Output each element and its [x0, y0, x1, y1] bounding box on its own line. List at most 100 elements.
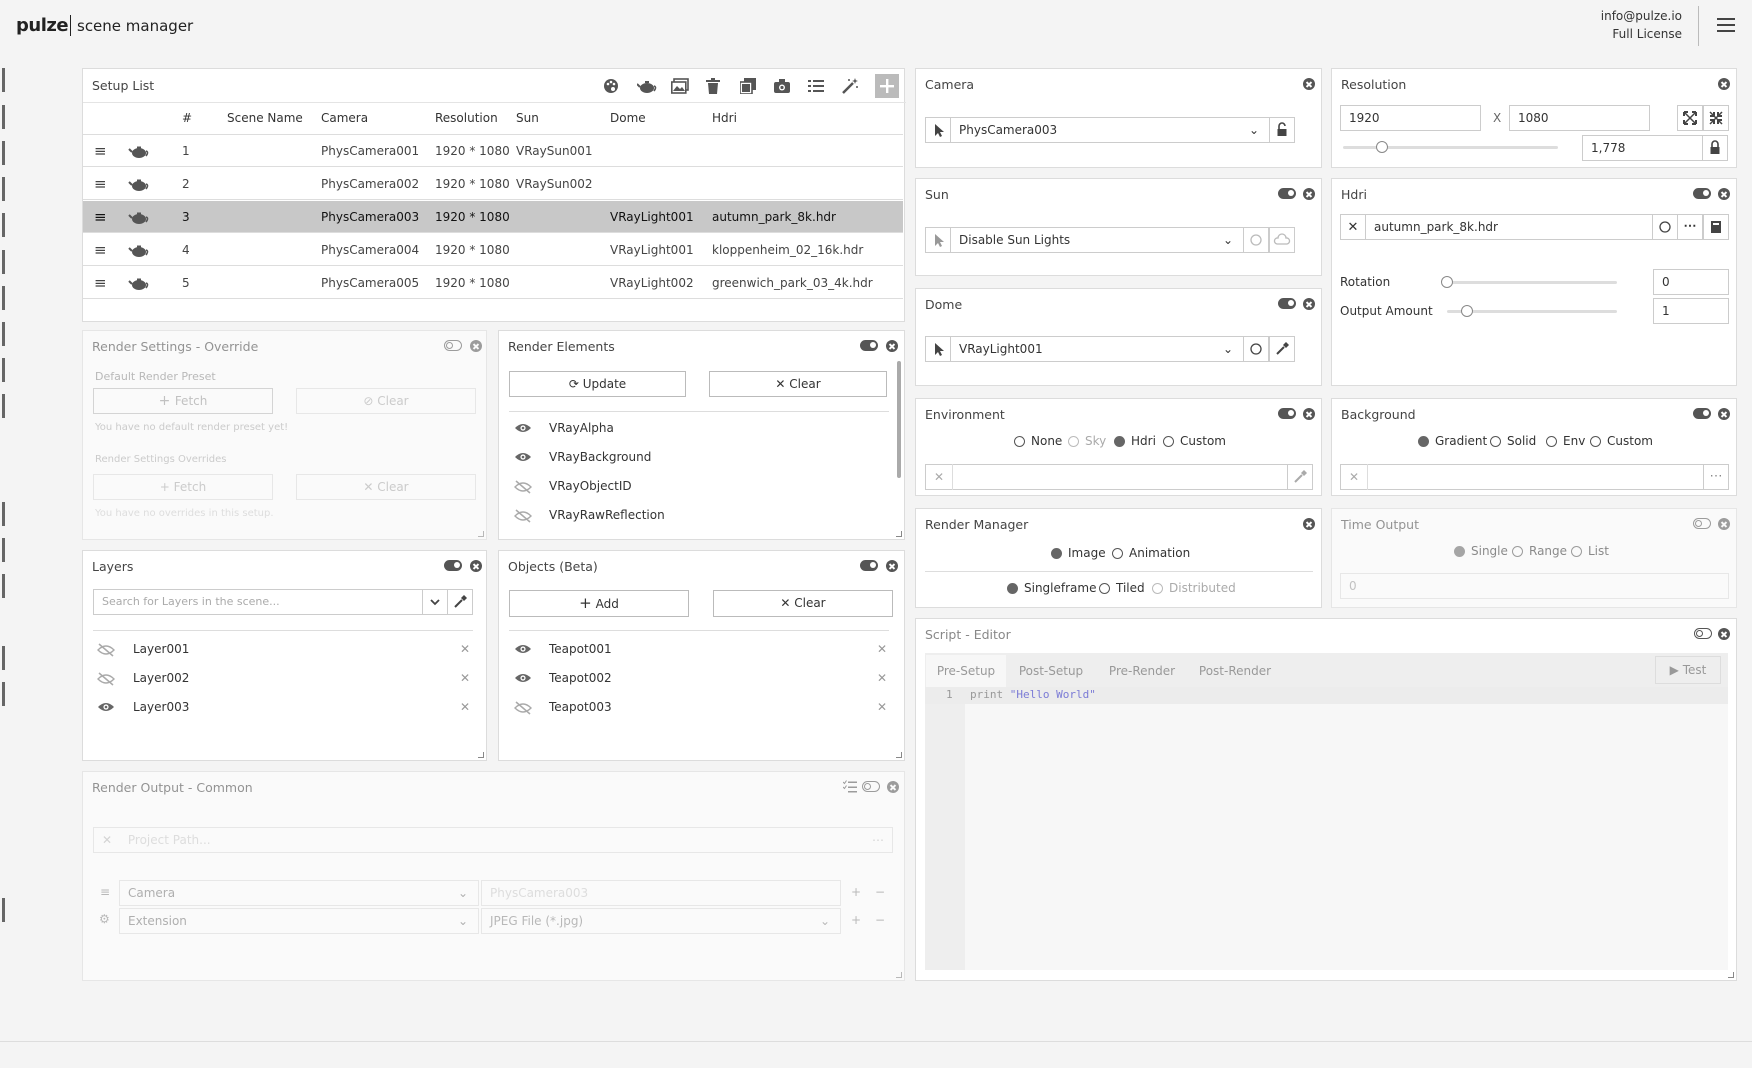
- tab-post-render[interactable]: Post-Render: [1188, 655, 1282, 687]
- list-item[interactable]: Teapot003: [549, 700, 612, 714]
- close-icon[interactable]: [1718, 408, 1730, 420]
- panel-toggle[interactable]: [1278, 188, 1296, 199]
- lock-icon[interactable]: [1702, 135, 1728, 161]
- aspect-slider-knob[interactable]: [1375, 141, 1388, 153]
- sidebar-item-file[interactable]: [0, 390, 60, 422]
- remove-icon[interactable]: ✕: [460, 671, 470, 685]
- eye-icon[interactable]: [514, 451, 532, 463]
- radio-label[interactable]: Single: [1471, 544, 1508, 558]
- update-button[interactable]: ⟳ Update: [509, 371, 686, 397]
- drag-handle-icon[interactable]: ≡: [100, 885, 110, 899]
- close-icon[interactable]: [1303, 298, 1315, 310]
- rotation-slider-knob[interactable]: [1441, 276, 1453, 288]
- sidebar-item-file-settings[interactable]: [0, 750, 60, 782]
- teapot-icon[interactable]: [128, 178, 150, 195]
- table-row[interactable]: ≡ 4 PhysCamera004 1920 * 1080 VRayLight001 kl…: [83, 234, 903, 266]
- column-header-sun[interactable]: Sun: [516, 111, 539, 125]
- sidebar-item-file-code[interactable]: [0, 858, 60, 890]
- trash-icon[interactable]: [706, 78, 720, 94]
- lock-icon[interactable]: [1269, 117, 1295, 143]
- table-row[interactable]: ≡ 1 PhysCamera001 1920 * 1080 VRaySun001: [83, 135, 903, 167]
- close-icon[interactable]: [1718, 188, 1730, 200]
- extension-value-dropdown[interactable]: JPEG File (*.jpg) ⌄: [481, 908, 841, 934]
- eye-icon[interactable]: [514, 643, 532, 655]
- radio-label[interactable]: Custom: [1180, 434, 1226, 448]
- eye-slash-icon[interactable]: [97, 643, 115, 657]
- radio-none[interactable]: [1014, 436, 1025, 447]
- remove-icon[interactable]: ✕: [460, 700, 470, 714]
- chevron-down-icon[interactable]: [422, 589, 448, 615]
- radio-label[interactable]: Image: [1068, 546, 1106, 560]
- teapot-icon[interactable]: [128, 145, 150, 162]
- close-icon[interactable]: [1303, 188, 1315, 200]
- resize-handle[interactable]: [896, 972, 902, 978]
- test-script-button[interactable]: ▶ Test: [1655, 656, 1721, 684]
- sidebar-item-note[interactable]: [0, 822, 60, 854]
- close-icon[interactable]: [470, 340, 482, 352]
- environment-input[interactable]: ✕: [925, 464, 1297, 490]
- remove-icon[interactable]: ✕: [877, 642, 887, 656]
- sidebar-item-list[interactable]: [0, 786, 60, 818]
- radio-label[interactable]: List: [1588, 544, 1609, 558]
- minus-icon[interactable]: −: [875, 913, 885, 927]
- radio-hdri[interactable]: [1114, 436, 1125, 447]
- list-item[interactable]: VRayRawReflection: [549, 508, 665, 522]
- clear-elements-button[interactable]: ✕ Clear: [709, 371, 887, 397]
- close-icon[interactable]: [1718, 518, 1730, 530]
- sidebar-item-clock[interactable]: [0, 318, 60, 350]
- radio-list[interactable]: [1571, 546, 1582, 557]
- resize-handle[interactable]: [896, 531, 902, 537]
- radio-label[interactable]: Animation: [1129, 546, 1190, 560]
- user-email[interactable]: info@pulze.io: [1601, 9, 1682, 23]
- sidebar-item-bug[interactable]: [0, 930, 60, 962]
- panel-toggle[interactable]: [1278, 408, 1296, 419]
- clear-icon[interactable]: ✕: [1349, 470, 1359, 484]
- close-icon[interactable]: [886, 340, 898, 352]
- time-value-input[interactable]: 0: [1340, 573, 1729, 599]
- add-object-button[interactable]: + Add: [509, 590, 689, 617]
- clear-path-icon[interactable]: ✕: [102, 833, 112, 847]
- drag-handle-icon[interactable]: ≡: [94, 208, 107, 226]
- list-item[interactable]: VRayBackground: [549, 450, 651, 464]
- radio-label[interactable]: Sky: [1085, 434, 1106, 448]
- column-header-resolution[interactable]: Resolution: [435, 111, 498, 125]
- sidebar-item-camera[interactable]: [0, 64, 60, 96]
- eye-icon[interactable]: [514, 672, 532, 684]
- close-icon[interactable]: [470, 560, 482, 572]
- panel-toggle[interactable]: [1693, 518, 1711, 529]
- radio-custom[interactable]: [1590, 436, 1601, 447]
- resize-handle[interactable]: [478, 752, 484, 758]
- remove-icon[interactable]: ✕: [460, 642, 470, 656]
- radio-animation[interactable]: [1112, 548, 1123, 559]
- teapot-icon[interactable]: [128, 244, 150, 261]
- radio-single[interactable]: [1454, 546, 1465, 557]
- radio-label[interactable]: Hdri: [1131, 434, 1156, 448]
- list-item[interactable]: Layer002: [133, 671, 189, 685]
- clear-icon[interactable]: ✕: [934, 470, 944, 484]
- sidebar-item-calculator[interactable]: [0, 498, 60, 530]
- radio-label[interactable]: Singleframe: [1024, 581, 1096, 595]
- sidebar-item-hierarchy[interactable]: [0, 534, 60, 566]
- close-icon[interactable]: [1303, 518, 1315, 530]
- add-setup-button[interactable]: [875, 74, 899, 98]
- output-amount-slider-knob[interactable]: [1461, 305, 1474, 317]
- extension-dropdown[interactable]: Extension ⌄: [119, 908, 479, 934]
- resize-handle[interactable]: [478, 531, 484, 537]
- close-icon[interactable]: [1303, 408, 1315, 420]
- table-row[interactable]: ≡ 5 PhysCamera005 1920 * 1080 VRayLight002 gr…: [83, 267, 903, 299]
- sun-dropdown[interactable]: Disable Sun Lights ⌄: [950, 227, 1244, 253]
- sidebar-item-triangle[interactable]: [0, 282, 60, 314]
- sidebar-item-trees[interactable]: [0, 246, 60, 278]
- panel-toggle[interactable]: [444, 340, 462, 351]
- drag-handle-icon[interactable]: ≡: [94, 274, 107, 292]
- camera-snapshot-icon[interactable]: [774, 78, 790, 94]
- list-icon[interactable]: [808, 78, 824, 94]
- dome-dropdown[interactable]: VRayLight001 ⌄: [950, 336, 1244, 362]
- close-icon[interactable]: [1718, 78, 1730, 90]
- sidebar-item-code[interactable]: [0, 894, 60, 926]
- radio-solid[interactable]: [1490, 436, 1501, 447]
- teapot-icon[interactable]: [128, 211, 150, 228]
- panel-toggle[interactable]: [860, 340, 878, 351]
- aspect-ratio-input[interactable]: 1,778: [1582, 135, 1703, 161]
- sidebar-item-image[interactable]: [0, 101, 60, 133]
